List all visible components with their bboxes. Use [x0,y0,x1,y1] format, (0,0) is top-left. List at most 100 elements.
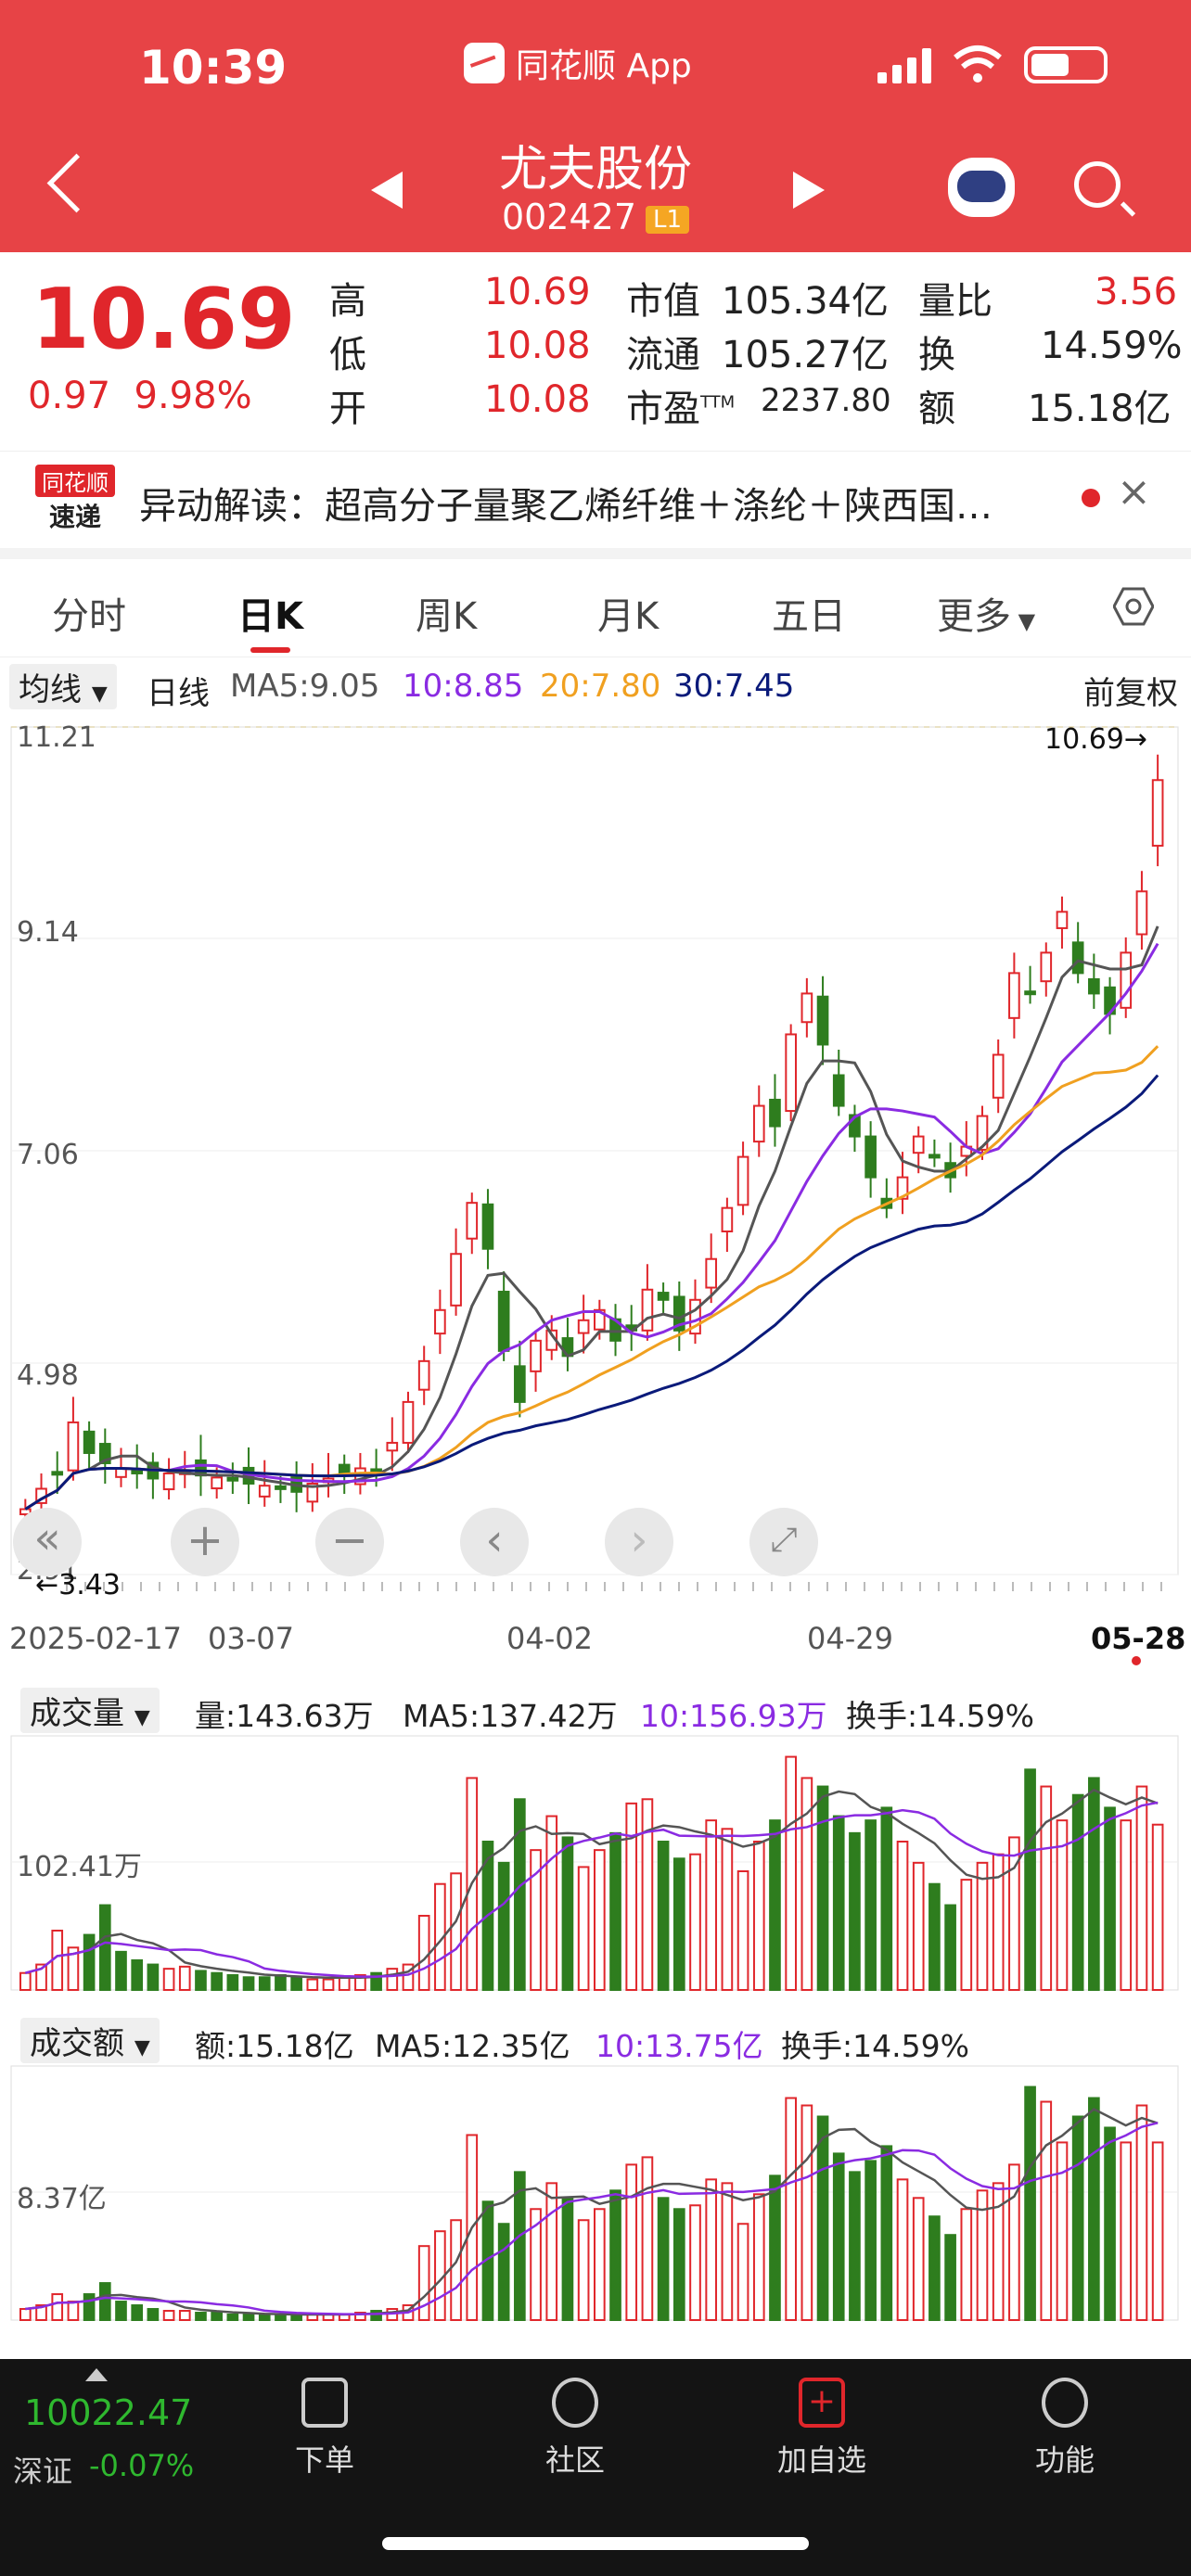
add-icon: + [799,2378,845,2428]
amount-bar [1071,2115,1084,2321]
amount-bar [1056,2141,1069,2321]
close-icon[interactable]: × [1117,468,1151,516]
fullscreen-icon[interactable]: ⤢ [749,1508,818,1576]
candle-body [912,1135,925,1154]
amount-selector[interactable]: 成交额 ▼ [20,2018,160,2063]
quote-panel: 10.69 0.97 9.98% 高 10.69 低 10.08 开 10.08… [0,252,1191,447]
volume-bar [1071,1793,1084,1992]
volume-chart[interactable] [0,1732,1191,1994]
ma-selector-label: 均线 [19,671,82,708]
amount-ma10: 10:13.75亿 [596,2028,763,2064]
tab-weekly-k[interactable]: 周K [416,586,477,640]
candle-body [466,1202,479,1240]
nav-community[interactable]: 社区 [545,2378,605,2480]
volume-bar [306,1978,319,1992]
volume-bar [594,1849,606,1992]
nav-community-label: 社区 [545,2442,606,2478]
notice-logo: 同花顺 速递 [35,465,115,535]
volume-bar [752,1841,765,1991]
mktcap-label: 市值 [626,280,700,323]
dropdown-icon: ▼ [1011,608,1036,634]
amount-bar [689,2204,701,2321]
amount-bar [1024,2085,1036,2322]
amount-bar [880,2145,893,2321]
amount-chart[interactable] [0,2062,1191,2324]
candle-body [721,1206,734,1232]
max-price-marker: 10.69→ [1044,723,1148,756]
volume-bar [736,1870,749,1991]
volume-bar [83,1933,96,1991]
volume-bar [162,1968,175,1991]
tab-more[interactable]: 更多 ▼ [937,586,1035,640]
candle-body [1024,990,1036,996]
amount-bar [450,2219,462,2322]
amount-bar [115,2301,127,2321]
candle-body [705,1257,718,1289]
tab-monthly-k[interactable]: 月K [597,586,659,640]
candlestick-chart[interactable] [0,712,1191,1649]
zoom-in-icon[interactable]: + [171,1508,239,1576]
candle-body [338,1463,351,1474]
scroll-right-icon[interactable]: › [605,1508,673,1576]
amount-bar [1120,2141,1133,2321]
menu-icon [1042,2378,1088,2428]
nav-add-watchlist[interactable]: + 加自选 [777,2378,866,2480]
pe-value: 2237.80 [761,382,891,419]
candle-body [211,1476,223,1490]
volume-bar [1120,1819,1133,1992]
nav-functions[interactable]: 功能 [1035,2378,1095,2480]
candle-body [275,1485,287,1490]
tab-daily-k[interactable]: 日K [237,586,303,653]
float-value: 105.27亿 [722,334,889,376]
volume-tick: 102.41万 [17,1851,142,1883]
amount-bar [195,2312,207,2321]
stock-code-row: 002427 L1 [0,197,1191,237]
index-value[interactable]: 10022.47 [24,2392,192,2433]
ma5-value: MA5:9.05 [230,668,380,705]
search-icon[interactable] [1074,161,1121,208]
candle-body [450,1253,462,1307]
volume-bar [19,1971,32,1992]
notice-bar[interactable]: 同花顺 速递 异动解读：超高分子量聚乙烯纤维＋涤纶＋陕西国… × [0,451,1191,559]
scroll-left-fast-icon[interactable]: « [13,1508,82,1576]
amount-bar [832,2152,845,2322]
volume-bar [625,1802,638,1991]
settings-hexagon-icon[interactable] [1113,586,1154,627]
vr-value: 3.56 [1095,271,1178,313]
volume-bar [816,1785,829,1992]
volume-selector[interactable]: 成交量 ▼ [20,1688,160,1733]
candle-body [434,1308,446,1335]
volume-bar [115,1950,127,1992]
candle-body [769,1098,781,1128]
candle-body [752,1104,765,1143]
scroll-left-icon[interactable]: ‹ [460,1508,529,1576]
volume-bar [242,1976,255,1991]
robot-assistant-icon[interactable] [948,158,1015,217]
current-day-dot [1132,1656,1141,1665]
nav-order[interactable]: 下单 [295,2378,354,2480]
amount-bar [545,2182,558,2321]
expand-up-icon[interactable] [85,2368,108,2381]
ma-selector[interactable]: 均线 ▼ [9,664,117,709]
volume-bar [178,1965,191,1992]
float-label: 流通 [626,334,700,376]
next-stock-icon[interactable] [793,172,825,209]
pe-ttm: TTM [700,392,736,413]
adjust-selector[interactable]: 前复权 [1083,668,1178,713]
volume-bar [928,1882,941,1991]
amount-bar [242,2314,255,2322]
candle-body [530,1339,542,1372]
volume-bar [785,1755,797,1992]
amount-bar [736,2223,749,2321]
ma10-value: 10:8.85 [403,668,524,705]
candle-body [800,992,813,1024]
volume-bar [849,1831,861,1991]
ma-row: 均线 ▼ 日线 MA5:9.05 10:8.85 20:7.80 30:7.45… [0,660,1191,712]
tab-more-label: 更多 [937,595,1011,638]
tab-timeshare[interactable]: 分时 [52,586,126,640]
volume-bar [689,1853,701,1991]
zoom-out-icon[interactable]: − [315,1508,384,1576]
x-label-4: 04-29 [807,1621,893,1656]
volume-bar [561,1836,574,1991]
tab-five-day[interactable]: 五日 [772,586,846,640]
